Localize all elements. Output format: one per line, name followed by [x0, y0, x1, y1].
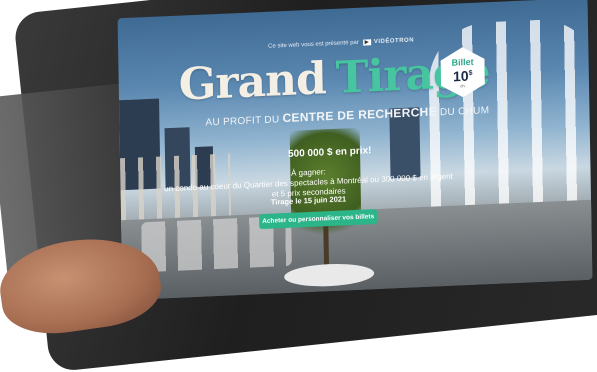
- videotron-logo[interactable]: ▶ VIDÉOTRON: [362, 37, 415, 46]
- subtitle-prefix: AU PROFIT DU: [205, 114, 280, 129]
- presented-by: Ce site web vous est présenté par ▶ VIDÉ…: [268, 37, 414, 49]
- subtitle-suffix: DU CHUM: [439, 105, 490, 119]
- badge-currency: $: [468, 69, 473, 78]
- laptop-screen: Ce site web vous est présenté par ▶ VIDÉ…: [117, 0, 593, 301]
- title-word-grand: Grand: [178, 53, 327, 111]
- badge-price-value: 10: [452, 67, 469, 85]
- play-icon: ▶: [362, 39, 371, 46]
- badge-note: ch.: [460, 82, 466, 89]
- presented-by-text: Ce site web vous est présenté par: [268, 39, 359, 50]
- videotron-logo-text: VIDÉOTRON: [373, 37, 415, 46]
